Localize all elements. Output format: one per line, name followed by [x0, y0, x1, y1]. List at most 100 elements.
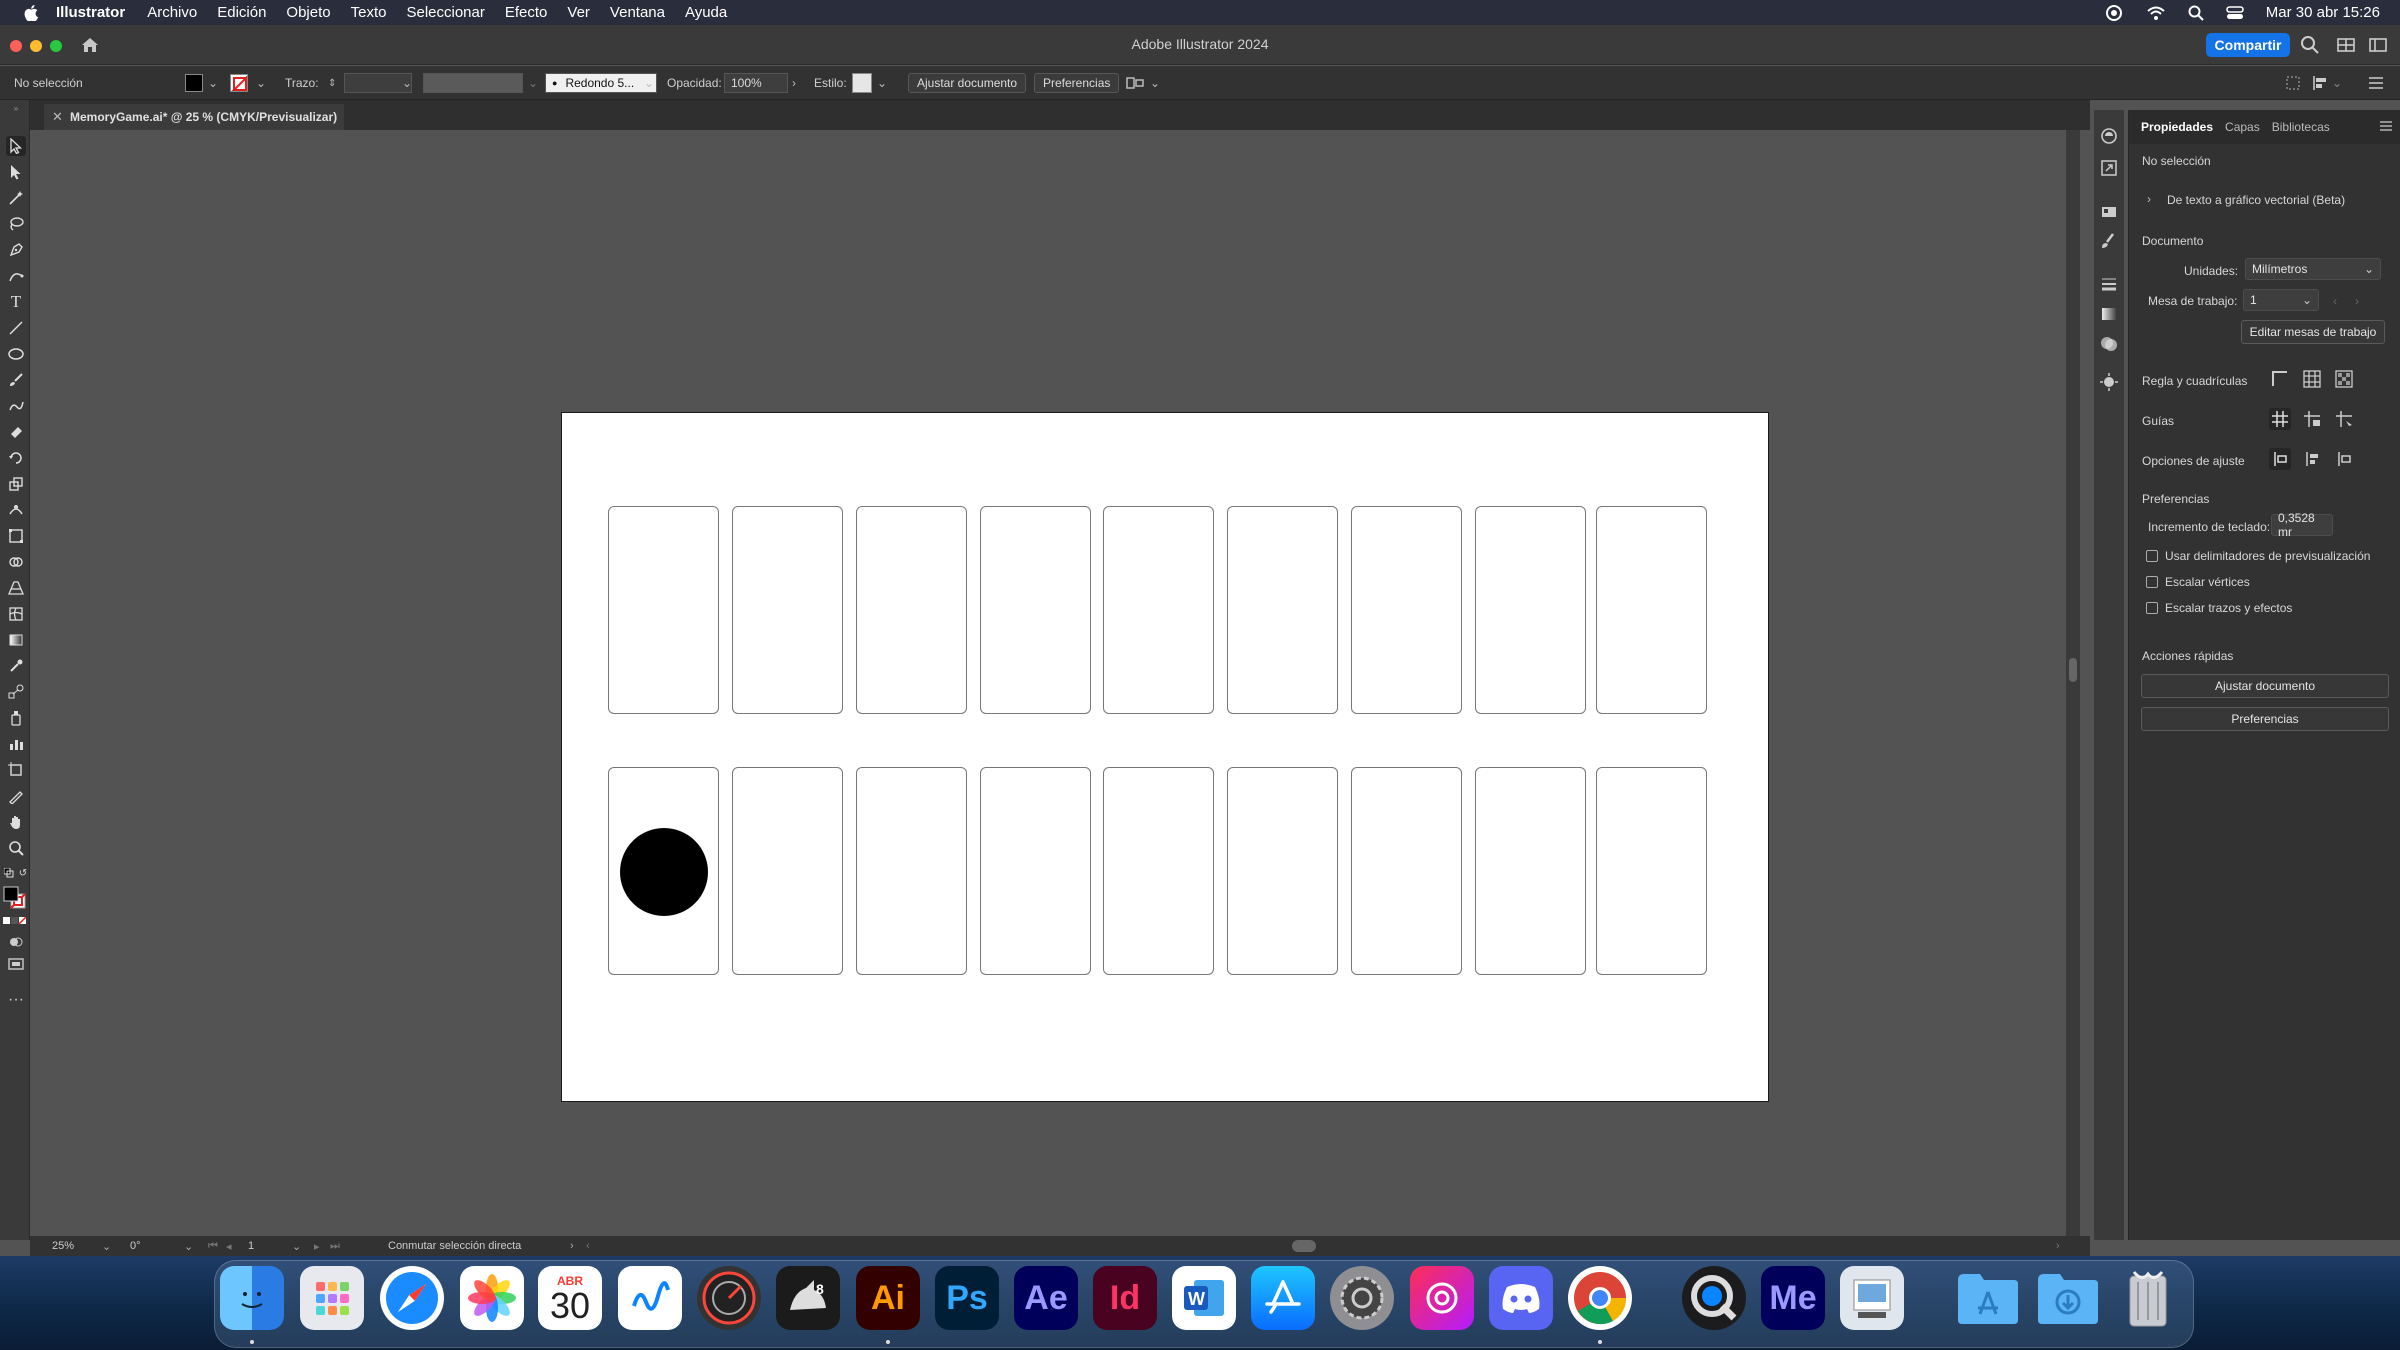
scale-corners-checkbox[interactable] — [2146, 576, 2158, 588]
eraser-tool-icon[interactable] — [6, 422, 26, 442]
shape-builder-tool-icon[interactable] — [6, 552, 26, 572]
creative-cloud-app-icon[interactable] — [1410, 1266, 1474, 1330]
close-tab-icon[interactable]: ✕ — [52, 109, 63, 125]
expand-chevron-icon[interactable]: › — [2147, 192, 2151, 206]
vertical-scroll-thumb[interactable] — [2069, 658, 2077, 682]
quick-fit-document-button[interactable]: Ajustar documento — [2141, 674, 2389, 698]
edit-artboards-button[interactable]: Editar mesas de trabajo — [2241, 320, 2385, 344]
arrange-documents-icon[interactable] — [2336, 35, 2356, 55]
fit-document-button[interactable]: Ajustar documento — [908, 66, 1027, 100]
next-artboard-icon[interactable]: ▸ — [314, 1236, 320, 1256]
opacity-value[interactable]: 100% — [724, 73, 788, 93]
memory-card[interactable] — [1475, 506, 1586, 714]
trash-icon[interactable] — [2116, 1266, 2180, 1330]
memory-card[interactable] — [856, 767, 967, 975]
brush-chevron-icon[interactable]: ⌄ — [644, 66, 654, 100]
memory-card[interactable] — [1103, 767, 1214, 975]
artboard-tool-icon[interactable] — [6, 760, 26, 780]
canvas-vertical-scrollbar[interactable] — [2066, 130, 2080, 1236]
memory-card[interactable] — [1475, 767, 1586, 975]
zoom-level[interactable]: 25% — [52, 1236, 74, 1256]
control-center-icon[interactable] — [2225, 5, 2244, 21]
scale-tool-icon[interactable] — [6, 474, 26, 494]
keyboard-increment-value[interactable]: 0,3528 mr — [2278, 511, 2332, 539]
gradient-tool-icon[interactable] — [6, 630, 26, 650]
menu-edicion[interactable]: Edición — [217, 4, 266, 21]
pen-tool-icon[interactable] — [6, 240, 26, 260]
memory-card[interactable] — [1596, 506, 1707, 714]
quick-preferences-button[interactable]: Preferencias — [2141, 707, 2389, 731]
after-effects-app-icon[interactable]: Ae — [1014, 1266, 1078, 1330]
next-artboard-panel-icon[interactable]: › — [2355, 294, 2359, 308]
horizontal-scroll-thumb[interactable] — [1292, 1240, 1316, 1252]
menu-app-name[interactable]: Illustrator — [56, 4, 125, 21]
snap-to-pixel-icon[interactable] — [2301, 448, 2323, 470]
menu-efecto[interactable]: Efecto — [505, 4, 548, 21]
freeform-app-icon[interactable] — [618, 1266, 682, 1330]
memory-card[interactable] — [1227, 767, 1338, 975]
memory-card[interactable] — [856, 506, 967, 714]
units-chevron-icon[interactable]: ⌄ — [2364, 262, 2374, 276]
align-options-icon[interactable] — [1126, 66, 1144, 100]
apple-menu-icon[interactable] — [20, 4, 42, 21]
brush-definition-field[interactable]: ● Redondo 5... — [545, 66, 657, 100]
calendar-app-icon[interactable]: ABR 30 — [538, 1266, 602, 1330]
collapse-toolbar-icon[interactable]: » — [6, 104, 26, 113]
chrome-app-icon[interactable] — [1568, 1266, 1632, 1330]
preferences-label[interactable]: Preferencias — [1034, 73, 1120, 93]
line-segment-tool-icon[interactable] — [6, 318, 26, 338]
tab-capas[interactable]: Capas — [2225, 120, 2260, 134]
brushes-panel-icon[interactable] — [2099, 232, 2119, 252]
free-transform-tool-icon[interactable] — [6, 526, 26, 546]
draw-mode-icon[interactable] — [6, 932, 26, 952]
photoshop-app-icon[interactable]: Ps — [935, 1266, 999, 1330]
lasso-tool-icon[interactable] — [6, 214, 26, 234]
show-guides-icon[interactable] — [2269, 408, 2291, 430]
scale-corners-label[interactable]: Escalar vértices — [2165, 575, 2250, 589]
type-tool-icon[interactable]: T — [6, 292, 26, 312]
discord-app-icon[interactable] — [1489, 1266, 1553, 1330]
export-panel-icon[interactable] — [2099, 158, 2119, 178]
last-artboard-icon[interactable]: ⏭ — [330, 1236, 340, 1256]
fit-document-label[interactable]: Ajustar documento — [908, 73, 1027, 93]
menubar-clock[interactable]: Mar 30 abr 15:26 — [2266, 4, 2380, 21]
variable-width-profile[interactable] — [423, 66, 523, 100]
spotlight-icon[interactable] — [2188, 5, 2204, 21]
slice-tool-icon[interactable] — [6, 786, 26, 806]
menu-texto[interactable]: Texto — [351, 4, 387, 21]
default-fill-stroke-icon[interactable] — [4, 868, 14, 878]
compressor-app-icon[interactable] — [697, 1266, 761, 1330]
shaper-tool-icon[interactable] — [6, 396, 26, 416]
selection-tool-icon[interactable] — [6, 136, 26, 156]
libraries-panel-icon[interactable] — [2099, 202, 2119, 222]
lock-guides-icon[interactable] — [2301, 408, 2323, 430]
zoom-chevron-icon[interactable]: ⌄ — [102, 1236, 111, 1256]
memory-card[interactable] — [1103, 506, 1214, 714]
document-tab[interactable]: ✕ MemoryGame.ai* @ 25 % (CMYK/Previsuali… — [44, 104, 344, 130]
tool-hint[interactable]: Conmutar selección directa — [388, 1236, 521, 1256]
appearance-panel-icon[interactable] — [2099, 126, 2119, 146]
hand-tool-icon[interactable] — [6, 812, 26, 832]
artboard-chevron-icon[interactable]: ⌄ — [292, 1236, 301, 1256]
word-app-icon[interactable]: W — [1172, 1266, 1236, 1330]
perspective-grid-tool-icon[interactable] — [6, 578, 26, 598]
warp-tool-icon[interactable] — [6, 500, 26, 520]
memory-card[interactable] — [732, 767, 843, 975]
applications-folder-icon[interactable] — [1956, 1266, 2020, 1330]
scroll-left-icon[interactable]: ‹ — [586, 1236, 590, 1256]
gradient-panel-icon[interactable] — [2099, 304, 2119, 324]
indesign-app-icon[interactable]: Id — [1093, 1266, 1157, 1330]
fill-dropdown-chevron-icon[interactable]: ⌄ — [208, 66, 218, 100]
menu-archivo[interactable]: Archivo — [147, 4, 197, 21]
text-to-vector-item[interactable]: De texto a gráfico vectorial (Beta) — [2167, 193, 2345, 207]
creative-cloud-status-icon[interactable] — [2104, 4, 2124, 21]
align-panel-icon[interactable] — [2312, 66, 2330, 100]
memory-card[interactable] — [1596, 767, 1707, 975]
edit-toolbar-more-icon[interactable]: ··· — [6, 990, 26, 1010]
panel-menu-icon[interactable] — [2368, 66, 2384, 100]
transparency-panel-icon[interactable] — [2099, 334, 2119, 354]
preview-app-icon[interactable] — [1840, 1266, 1904, 1330]
blend-tool-icon[interactable] — [6, 682, 26, 702]
scroll-right-icon[interactable]: › — [2056, 1236, 2060, 1256]
preferences-button[interactable]: Preferencias — [1034, 66, 1120, 100]
